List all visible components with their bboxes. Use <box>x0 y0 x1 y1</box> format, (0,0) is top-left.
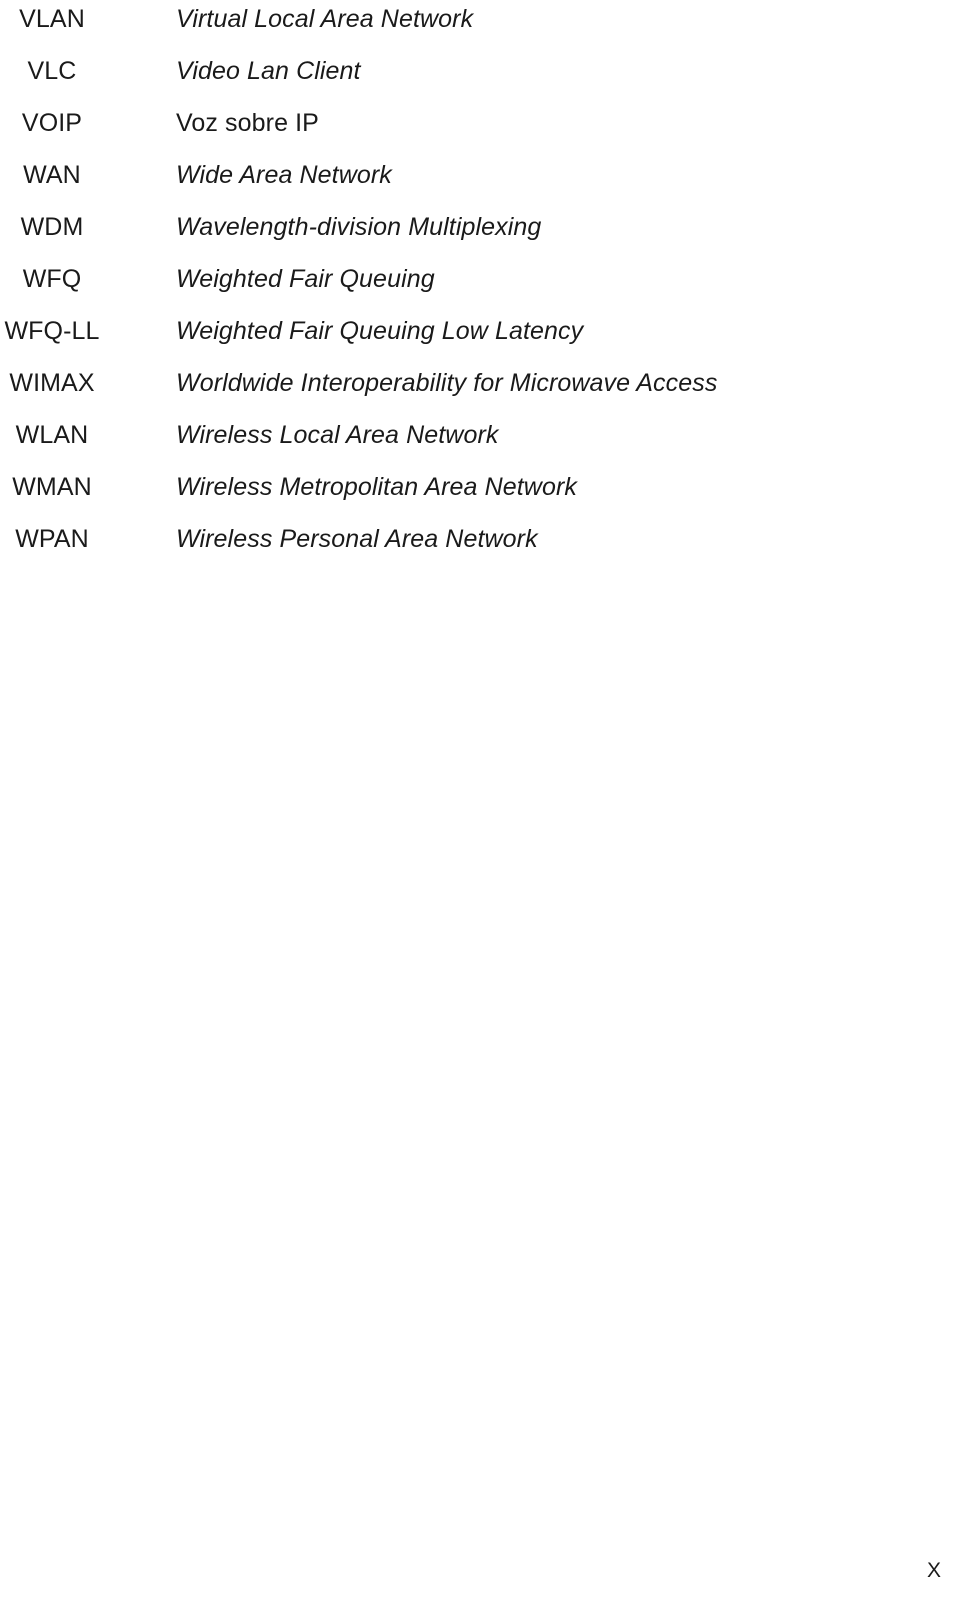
glossary-abbreviation: VOIP <box>21 109 83 137</box>
glossary-definition: Weighted Fair Queuing <box>176 265 435 293</box>
glossary-abbreviation: VLC <box>27 57 77 85</box>
glossary-row: VOIP Voz sobre IP <box>0 104 960 156</box>
glossary-abbreviation: WDM <box>20 213 84 241</box>
glossary-definition: Weighted Fair Queuing Low Latency <box>176 317 584 345</box>
glossary-definition: Worldwide Interoperability for Microwave… <box>176 369 718 397</box>
glossary-abbreviation: WMAN <box>12 473 92 501</box>
glossary-definition: Virtual Local Area Network <box>176 5 474 33</box>
page-number-marker: X <box>926 1559 941 1582</box>
glossary-abbreviation: WFQ <box>22 265 82 293</box>
glossary-row: WIMAX Worldwide Interoperability for Micr… <box>0 364 960 416</box>
glossary-row: WAN Wide Area Network <box>0 156 960 208</box>
document-page: VLAN Virtual Local Area Network VLC Video L… <box>0 0 960 1600</box>
glossary-abbreviation: WIMAX <box>9 369 95 397</box>
glossary-definition: Wireless Local Area Network <box>176 421 499 449</box>
glossary-row: WDM Wavelength-division Multiplexing <box>0 208 960 260</box>
glossary-abbreviation: WFQ-LL <box>4 317 100 345</box>
glossary-definition: Wireless Personal Area Network <box>176 525 538 553</box>
glossary-abbreviation: VLAN <box>19 5 85 33</box>
glossary-definition: Wireless Metropolitan Area Network <box>176 473 577 501</box>
glossary-row: WMAN Wireless Metropolitan Area Network <box>0 468 960 520</box>
glossary-row: WFQ-LL Weighted Fair Queuing Low Latency <box>0 312 960 364</box>
glossary-row: VLAN Virtual Local Area Network <box>0 0 960 52</box>
glossary-abbreviation: WLAN <box>15 421 89 449</box>
glossary-row: WPAN Wireless Personal Area Network <box>0 520 960 572</box>
glossary-definition: Wavelength-division Multiplexing <box>176 213 542 241</box>
glossary-row: WFQ Weighted Fair Queuing <box>0 260 960 312</box>
glossary-row: VLC Video Lan Client <box>0 52 960 104</box>
glossary-abbreviation: WPAN <box>15 525 89 553</box>
glossary-list: VLAN Virtual Local Area Network VLC Video L… <box>0 0 960 572</box>
glossary-definition: Wide Area Network <box>176 161 392 189</box>
glossary-definition: Voz sobre IP <box>176 109 319 137</box>
glossary-row: WLAN Wireless Local Area Network <box>0 416 960 468</box>
glossary-abbreviation: WAN <box>23 161 81 189</box>
glossary-definition: Video Lan Client <box>176 57 361 85</box>
